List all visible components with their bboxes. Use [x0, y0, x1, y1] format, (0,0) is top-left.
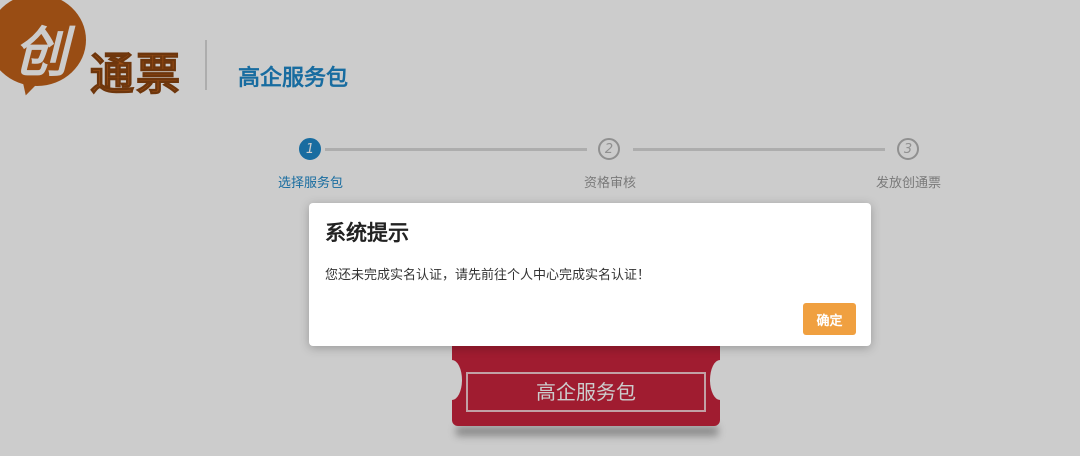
dialog-title: 系统提示	[325, 221, 409, 245]
dialog-message: 您还未完成实名认证，请先前往个人中心完成实名认证！	[325, 268, 651, 283]
confirm-button[interactable]: 确定	[803, 303, 856, 335]
system-alert-dialog: 系统提示 您还未完成实名认证，请先前往个人中心完成实名认证！ 确定	[309, 203, 871, 346]
